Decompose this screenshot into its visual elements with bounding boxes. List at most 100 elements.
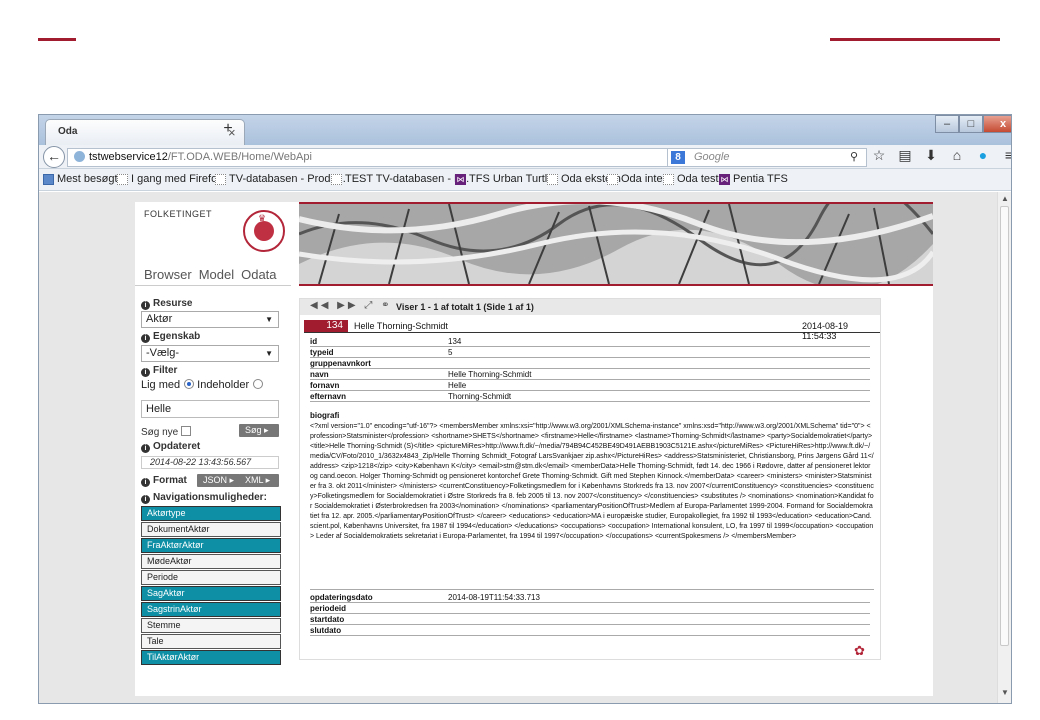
field-value: Thorning-Schmidt xyxy=(448,392,512,401)
page-icon xyxy=(331,173,342,185)
scroll-down-icon[interactable]: ▼ xyxy=(1001,688,1009,697)
tfs-icon: ⋈ xyxy=(455,173,466,185)
skype-icon[interactable]: ● xyxy=(975,147,991,164)
navigation-list: Aktørtype DokumentAktør FraAktørAktør MødeA… xyxy=(141,506,281,666)
minimize-icon[interactable]: – xyxy=(935,115,959,133)
bookmarks-bar: Mest besøgte I gang med Firefox TV-datab… xyxy=(39,169,1011,191)
nav-item[interactable]: SagstrinAktør xyxy=(141,602,281,617)
maximize-icon[interactable]: □ xyxy=(959,115,983,133)
info-icon: i xyxy=(141,368,150,377)
field-row: typeid 5 xyxy=(310,348,870,358)
nav-item[interactable]: TilAktørAktør xyxy=(141,650,281,665)
star-icon[interactable]: ☆ xyxy=(871,147,887,164)
bookmark-item[interactable]: TEST TV-databasen - P... xyxy=(331,173,469,185)
url-bar[interactable]: tstwebservice12/FT.ODA.WEB/Home/WebApi ▽… xyxy=(67,148,697,167)
field-value: 5 xyxy=(448,348,453,357)
info-icon: i xyxy=(141,478,150,487)
field-row: navn Helle Thorning-Schmidt xyxy=(310,370,870,380)
record-panel: ◀◀ ▶▶ ⤢ ⚭ Viser 1 - 1 af totalt 1 (Side … xyxy=(299,298,881,660)
record-header: 134 Helle Thorning-Schmidt 2014-08-19 11… xyxy=(304,320,880,341)
header-banner-image xyxy=(299,202,933,286)
field-key: gruppenavnkort xyxy=(310,359,371,368)
back-arrow-icon[interactable]: ← xyxy=(43,146,65,168)
globe-icon xyxy=(74,151,85,162)
record-name: Helle Thorning-Schmidt xyxy=(354,321,448,331)
bookmark-item[interactable]: ⋈ TFS Urban Turtle xyxy=(455,173,553,185)
opdateret-value: 2014-08-22 13:43:56.567 xyxy=(141,456,279,469)
bookmark-item[interactable]: Oda test xyxy=(663,173,719,185)
biografi-value: <?xml version="1.0" encoding="utf-16"?> … xyxy=(310,422,874,590)
page-viewport: FOLKETINGET ♛ Browser Model Odata i Resu… xyxy=(39,192,997,703)
nav-item[interactable]: Tale xyxy=(141,634,281,649)
resurse-select[interactable]: Aktør ▼ xyxy=(141,311,279,328)
egenskab-select[interactable]: -Vælg- ▼ xyxy=(141,345,279,362)
decor-line-right xyxy=(830,38,1000,41)
oda-site: FOLKETINGET ♛ Browser Model Odata i Resu… xyxy=(135,202,933,696)
info-icon: i xyxy=(141,301,150,310)
field-key: navn xyxy=(310,370,329,379)
field-key: startdato xyxy=(310,615,345,624)
clipboard-icon[interactable]: ▤ xyxy=(897,147,913,164)
radio-lig-med[interactable] xyxy=(184,379,195,389)
field-row: startdato xyxy=(310,615,870,625)
gear-icon[interactable]: ✿ xyxy=(854,643,865,659)
filter-input[interactable]: Helle xyxy=(141,400,279,418)
soeg-button[interactable]: Søg ▸ xyxy=(239,424,279,437)
nav-model[interactable]: Model xyxy=(199,267,234,282)
nav-item[interactable]: MødeAktør xyxy=(141,554,281,569)
search-icon[interactable]: ⚲ xyxy=(850,149,858,166)
page-icon xyxy=(547,173,558,185)
toolbar-icons: ☆ ▤ ⬇ ⌂ ● ≡ xyxy=(871,147,1011,164)
page-icon xyxy=(607,173,618,185)
nav-item[interactable]: Periode xyxy=(141,570,281,585)
field-key: opdateringsdato xyxy=(310,593,373,602)
filter-mode: Lig med Indeholder xyxy=(141,379,266,391)
xml-button[interactable]: XML ▸ xyxy=(239,474,279,487)
info-icon: i xyxy=(141,444,150,453)
tfs-icon: ⋈ xyxy=(719,173,730,185)
page-icon xyxy=(215,173,226,185)
bookmark-item[interactable]: TV-databasen - Produ... xyxy=(215,173,346,185)
nav-item[interactable]: SagAktør xyxy=(141,586,281,601)
nav-item[interactable]: FraAktørAktør xyxy=(141,538,281,553)
nav-bar: ← tstwebservice12/FT.ODA.WEB/Home/WebApi… xyxy=(39,145,1011,169)
home-icon[interactable]: ⌂ xyxy=(949,147,965,164)
resurse-label: i Resurse xyxy=(141,298,192,310)
bookmark-item[interactable]: I gang med Firefox xyxy=(117,173,223,185)
scroll-thumb[interactable] xyxy=(1000,206,1009,646)
close-window-icon[interactable]: x xyxy=(983,115,1011,133)
field-key: slutdato xyxy=(310,626,342,635)
field-key: fornavn xyxy=(310,381,340,390)
bookmark-item[interactable]: ⋈ Pentia TFS xyxy=(719,173,788,185)
vertical-scrollbar[interactable]: ▲ ▼ xyxy=(997,192,1011,703)
dropdown-arrow-icon: ▼ xyxy=(265,315,273,324)
dropdown-arrow-icon: ▼ xyxy=(265,349,273,358)
soeg-nye-checkbox[interactable] xyxy=(181,426,192,436)
bookmark-item[interactable]: Mest besøgte xyxy=(43,173,124,185)
field-value: 134 xyxy=(448,337,462,346)
search-input[interactable]: 8 Google ⚲ xyxy=(667,148,867,167)
brand-name: FOLKETINGET xyxy=(144,209,213,219)
nav-browser[interactable]: Browser xyxy=(144,267,192,282)
nav-item[interactable]: Stemme xyxy=(141,618,281,633)
download-icon[interactable]: ⬇ xyxy=(923,147,939,164)
tab-title: Oda xyxy=(58,126,78,137)
field-row: periodeid xyxy=(310,604,870,614)
browser-window: Oda × + – □ x ← tstwebservice12/FT.ODA.W… xyxy=(38,114,1012,704)
menu-icon[interactable]: ≡ xyxy=(1001,147,1011,164)
title-bar: Oda × + – □ x xyxy=(39,115,1011,145)
radio-indeholder[interactable] xyxy=(253,379,264,389)
nav-item[interactable]: Aktørtype xyxy=(141,506,281,521)
nav-item[interactable]: DokumentAktør xyxy=(141,522,281,537)
decor-line-left xyxy=(38,38,76,41)
pager-icons[interactable]: ◀◀ ▶▶ ⤢ ⚭ xyxy=(310,300,392,311)
filter-label: i Filter xyxy=(141,365,177,377)
nav-odata[interactable]: Odata xyxy=(241,267,276,282)
new-tab-icon[interactable]: + xyxy=(215,120,241,138)
field-row: opdateringsdato 2014-08-19T11:54:33.713 xyxy=(310,593,870,603)
google-icon: 8 xyxy=(671,151,685,164)
scroll-up-icon[interactable]: ▲ xyxy=(1001,194,1009,203)
json-button[interactable]: JSON ▸ xyxy=(197,474,241,487)
url-path: /FT.ODA.WEB/Home/WebApi xyxy=(167,151,312,163)
field-row: efternavn Thorning-Schmidt xyxy=(310,392,870,402)
